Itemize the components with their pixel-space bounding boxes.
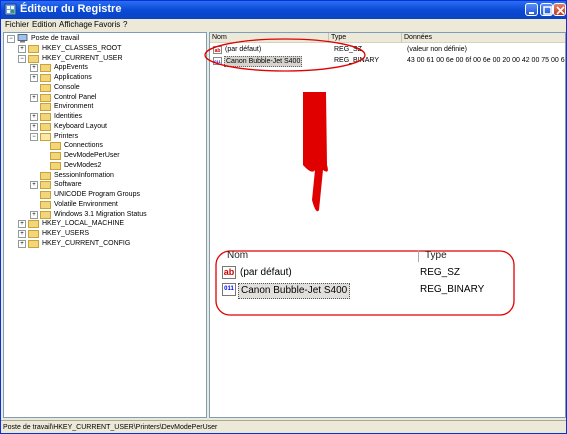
zoom-value-type: REG_BINARY <box>420 284 485 295</box>
binary-value-icon: 011 <box>222 283 236 296</box>
string-value-icon: ab <box>222 266 236 279</box>
zoom-value-type: REG_SZ <box>420 267 461 278</box>
zoom-value-name: (par défaut) <box>240 267 292 278</box>
zoom-value-name: Canon Bubble-Jet S400 <box>238 283 351 299</box>
highlight-ellipse <box>204 38 366 72</box>
zoom-header-divider <box>418 250 419 262</box>
annotation-overlay <box>204 38 515 316</box>
zoom-header-name: Nom <box>227 250 249 261</box>
zoom-header-type: Type <box>425 250 447 261</box>
down-arrow-icon <box>303 92 328 212</box>
